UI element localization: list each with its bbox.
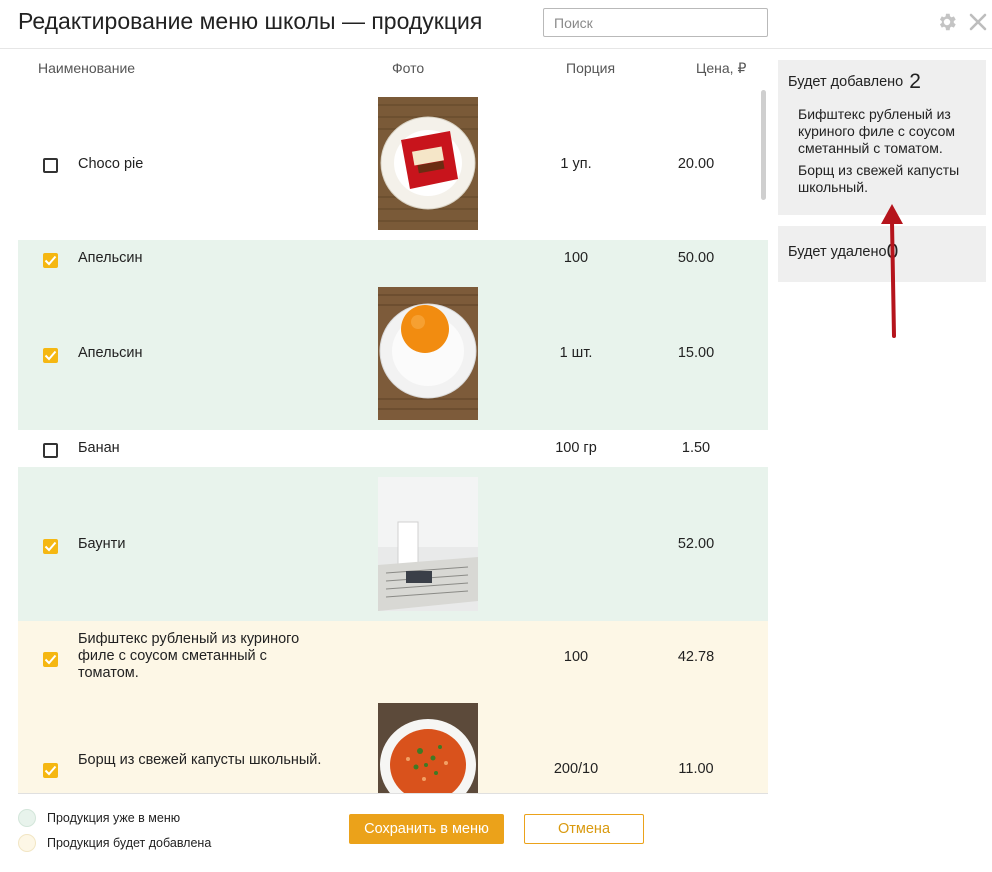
product-price: 1.50 <box>681 440 711 456</box>
product-price: 11.00 <box>678 761 714 777</box>
row-checkbox[interactable] <box>43 763 58 778</box>
product-name: Борщ из свежей капусты школьный. <box>78 752 322 768</box>
row-checkbox[interactable] <box>43 253 58 268</box>
product-price: 50.00 <box>677 250 715 266</box>
table-row[interactable]: Борщ из свежей капусты школьный. 200/10 … <box>18 703 768 793</box>
column-header-price: Цена, ₽ <box>696 60 747 76</box>
product-list: Choco pie 1 уп. 20.00 Апельсин 100 50.00… <box>18 86 768 793</box>
added-count: 2 <box>909 70 921 93</box>
row-checkbox[interactable] <box>43 158 58 173</box>
product-name: Бифштекс рубленый из куриного филе с соу… <box>78 631 300 681</box>
row-checkbox[interactable] <box>43 348 58 363</box>
table-row[interactable]: Бифштекс рубленый из куриного филе с соу… <box>18 621 768 703</box>
header: Редактирование меню школы — продукция <box>0 0 992 49</box>
scrollbar[interactable] <box>761 90 766 200</box>
added-summary-header: Будет добавлено 2 <box>788 70 976 94</box>
product-price: 15.00 <box>677 345 715 361</box>
legend-to-add: Продукция будет добавлена <box>18 834 211 852</box>
product-portion: 1 уп. <box>560 156 592 172</box>
page-title: Редактирование меню школы — продукция <box>18 8 483 34</box>
close-icon[interactable] <box>966 10 990 34</box>
legend-in-menu: Продукция уже в меню <box>18 809 180 827</box>
column-header-photo: Фото <box>392 60 425 76</box>
added-label: Будет добавлено <box>788 74 904 90</box>
product-price: 52.00 <box>677 536 715 552</box>
product-name: Апельсин <box>78 345 143 361</box>
product-portion: 100 <box>563 250 589 266</box>
added-item: Борщ из свежей капусты школьный. <box>798 162 960 195</box>
legend-swatch-to-add <box>18 834 36 852</box>
row-checkbox[interactable] <box>43 539 58 554</box>
table-row[interactable]: Апельсин 100 50.00 <box>18 240 768 277</box>
product-portion: 1 шт. <box>559 345 593 361</box>
column-header-portion: Порция <box>566 60 616 76</box>
legend-swatch-in-menu <box>18 809 36 827</box>
product-price: 42.78 <box>677 649 715 665</box>
product-name: Choco pie <box>78 156 144 172</box>
removed-label: Будет удалено <box>788 244 887 260</box>
legend-label: Продукция уже в меню <box>47 811 181 825</box>
legend-label: Продукция будет добавлена <box>47 836 212 850</box>
product-photo-choco-pie <box>378 97 478 230</box>
gear-icon[interactable] <box>935 10 959 34</box>
product-name: Баунти <box>78 536 126 552</box>
row-checkbox[interactable] <box>43 443 58 458</box>
cancel-button[interactable]: Отмена <box>524 814 644 844</box>
product-price: 20.00 <box>677 156 715 172</box>
save-to-menu-button[interactable]: Сохранить в меню <box>349 814 504 844</box>
product-photo-borscht <box>378 703 478 793</box>
product-portion: 100 <box>563 649 589 665</box>
table-row[interactable]: Апельсин 1 шт. 15.00 <box>18 277 768 430</box>
product-portion: 200/10 <box>553 761 599 777</box>
product-photo-cup-newspaper <box>378 477 478 611</box>
row-checkbox[interactable] <box>43 652 58 667</box>
table-row[interactable]: Банан 100 гр 1.50 <box>18 430 768 467</box>
annotation-arrow-icon <box>881 204 903 338</box>
product-photo-orange <box>378 287 478 420</box>
search-input[interactable] <box>543 8 768 37</box>
footer-divider <box>18 793 768 794</box>
column-header-name: Наименование <box>38 60 136 76</box>
table-row[interactable]: Choco pie 1 уп. 20.00 <box>18 86 768 240</box>
added-item: Бифштекс рубленый из куриного филе с соу… <box>798 106 955 156</box>
table-row[interactable]: Баунти 52.00 <box>18 467 768 621</box>
product-name: Банан <box>78 440 120 456</box>
added-summary-panel: Будет добавлено 2 Бифштекс рубленый из ку… <box>778 60 986 215</box>
product-name: Апельсин <box>78 250 143 266</box>
product-portion: 100 гр <box>555 440 597 456</box>
